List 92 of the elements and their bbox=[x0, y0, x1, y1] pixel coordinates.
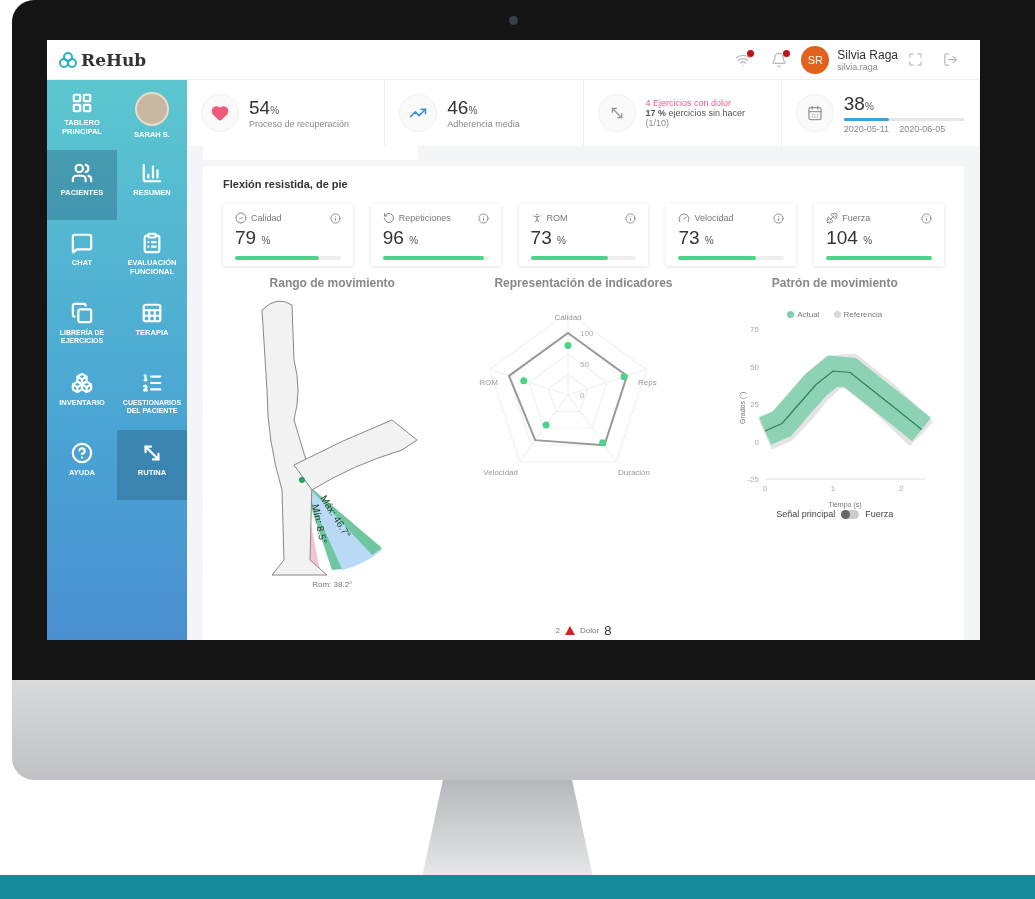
metric-unit: % bbox=[557, 235, 566, 246]
table-icon bbox=[141, 302, 163, 324]
radar-tick-label: 100 bbox=[580, 329, 594, 338]
x-tick-label: 2 bbox=[898, 484, 904, 493]
library-icon bbox=[71, 302, 93, 324]
users-icon bbox=[71, 162, 93, 184]
webcam bbox=[509, 15, 518, 25]
user-name: Silvia Raga bbox=[837, 47, 898, 62]
stat-unit: % bbox=[468, 105, 478, 116]
radar-axis-label: Calidad bbox=[554, 313, 583, 322]
rotate-icon bbox=[382, 212, 395, 224]
stat-value: 54 bbox=[249, 97, 271, 118]
pain-count: 2 bbox=[555, 626, 561, 635]
y-tick-label: 75 bbox=[749, 325, 759, 334]
metric-label: Calidad bbox=[251, 213, 283, 223]
metric-value: 79 bbox=[235, 227, 258, 248]
diagonal-arrows-icon bbox=[597, 94, 636, 132]
bar-chart-icon bbox=[141, 162, 163, 184]
signal-toggle[interactable] bbox=[841, 509, 860, 519]
metric-value: 73 bbox=[678, 227, 701, 248]
app-logo[interactable]: ReHub bbox=[59, 49, 147, 70]
stat-value: 38 bbox=[843, 92, 865, 114]
dumbbell-icon bbox=[826, 212, 839, 224]
rom-label: Rom: 38.2° bbox=[312, 580, 353, 589]
chat-icon bbox=[71, 232, 93, 254]
diagonal-arrows-icon bbox=[141, 442, 163, 464]
wifi-icon[interactable] bbox=[735, 51, 752, 68]
metric-value: 73 bbox=[530, 227, 553, 248]
gauge-icon bbox=[678, 212, 691, 224]
fullscreen-icon[interactable] bbox=[908, 52, 923, 67]
radar-axis-label: Duración bbox=[618, 468, 651, 477]
trend-icon bbox=[399, 94, 438, 132]
chart-title: Patrón de movimiento bbox=[771, 276, 898, 290]
info-icon[interactable] bbox=[625, 212, 637, 224]
chart-title: Representación de indicadores bbox=[494, 276, 673, 290]
bell-icon[interactable] bbox=[771, 51, 788, 68]
signal-option: Fuerza bbox=[865, 509, 894, 519]
check-circle-icon bbox=[235, 212, 247, 224]
chart-title: Rango de movimiento bbox=[269, 276, 395, 290]
avatar-placeholder bbox=[135, 92, 169, 126]
radar-axis-label: Velocidad bbox=[483, 468, 519, 477]
grid-icon bbox=[71, 92, 93, 114]
radar-axis-label: ROM bbox=[479, 378, 499, 387]
metric-value: 104 bbox=[826, 227, 859, 248]
pain-label: Dolor bbox=[580, 626, 600, 635]
info-icon[interactable] bbox=[921, 212, 932, 224]
stat-label: Adherencia media bbox=[447, 119, 520, 129]
help-icon bbox=[71, 442, 93, 464]
stat-unit: % bbox=[864, 100, 874, 112]
pain-value: 8 bbox=[604, 623, 612, 638]
calendar-icon bbox=[795, 94, 834, 132]
metric-label: Velocidad bbox=[694, 213, 735, 223]
warning-triangle-icon bbox=[565, 626, 576, 635]
metric-unit: % bbox=[863, 235, 873, 246]
y-tick-label: -25 bbox=[747, 475, 759, 484]
metric-unit: % bbox=[704, 235, 714, 246]
metric-unit: % bbox=[409, 235, 419, 246]
logout-icon[interactable] bbox=[943, 52, 958, 67]
stat-label: Proceso de recuperación bbox=[249, 119, 350, 129]
metric-unit: % bbox=[261, 235, 271, 246]
user-login: silvia.raga bbox=[837, 61, 878, 72]
signal-label: Señal principal bbox=[776, 509, 836, 519]
user-avatar[interactable]: SR bbox=[801, 45, 830, 74]
x-tick-label: 0 bbox=[762, 484, 767, 493]
y-tick-label: 25 bbox=[749, 400, 759, 409]
x-tick-label: 1 bbox=[830, 484, 836, 493]
info-icon[interactable] bbox=[477, 212, 489, 224]
start-date: 2020-05-11 bbox=[843, 123, 890, 134]
metric-label: Fuerza bbox=[842, 213, 872, 223]
info-icon[interactable] bbox=[329, 212, 341, 224]
y-tick-label: 0 bbox=[754, 437, 759, 447]
stat-value: 46 bbox=[447, 97, 469, 118]
radar-tick-label: 50 bbox=[580, 360, 590, 369]
metric-label: ROM bbox=[546, 213, 569, 223]
end-date: 2020-06-05 bbox=[899, 123, 946, 134]
metric-label: Repeticiones bbox=[398, 213, 452, 223]
stat-unit: % bbox=[270, 105, 280, 116]
legend-label: Referencia bbox=[843, 310, 883, 319]
list-icon bbox=[141, 372, 163, 394]
legend-label: Actual bbox=[797, 310, 820, 319]
logo-icon bbox=[59, 51, 77, 68]
metric-value: 96 bbox=[382, 227, 405, 248]
radar-axis-label: Reps bbox=[638, 378, 658, 387]
radar-tick-label: 0 bbox=[580, 391, 585, 400]
pain-alert-text: 4 Ejercicios con dolor bbox=[645, 98, 733, 108]
exercise-count: (1/10) bbox=[645, 118, 670, 128]
y-tick-label: 50 bbox=[749, 362, 759, 372]
boxes-icon bbox=[71, 372, 93, 394]
info-icon[interactable] bbox=[773, 212, 785, 224]
exercise-title: Flexión resistida, de pie bbox=[223, 177, 349, 192]
missed-exercises: 17 % ejercicios sin hacer bbox=[645, 108, 746, 118]
clipboard-icon bbox=[141, 232, 163, 254]
